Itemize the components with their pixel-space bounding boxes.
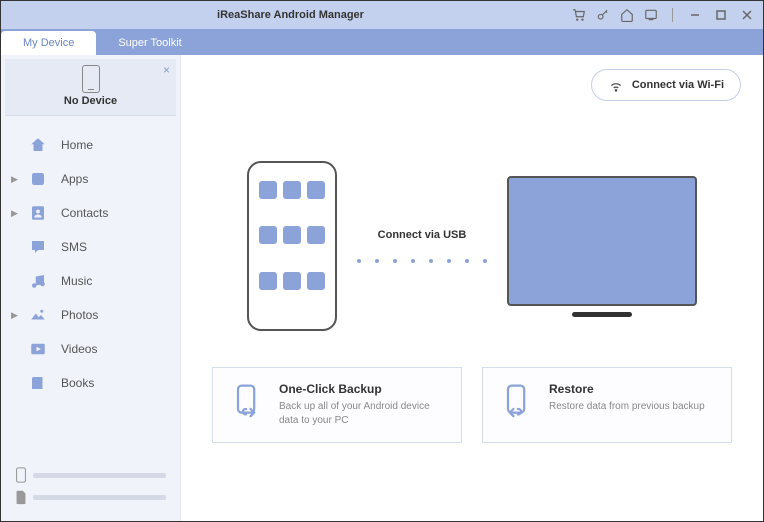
cart-icon[interactable]	[572, 8, 586, 22]
videos-icon	[29, 340, 47, 358]
tab-my-device[interactable]: My Device	[1, 31, 96, 55]
one-click-backup-card[interactable]: One-Click Backup Back up all of your And…	[212, 367, 462, 443]
nav-books[interactable]: Books	[1, 366, 180, 400]
key-icon[interactable]	[596, 8, 610, 22]
titlebar-actions	[572, 7, 755, 23]
main-panel: Connect via Wi-Fi Connect via USB	[181, 55, 763, 521]
sidebar: × No Device Home ▶ Apps ▶ Contacts SMS	[1, 55, 181, 521]
phone-icon	[82, 65, 100, 93]
card-text: One-Click Backup Back up all of your And…	[279, 382, 445, 428]
backup-title: One-Click Backup	[279, 382, 445, 396]
titlebar: iReaShare Android Manager	[1, 1, 763, 29]
action-cards: One-Click Backup Back up all of your And…	[203, 367, 741, 443]
nav-label: Music	[61, 274, 92, 288]
device-selector[interactable]: × No Device	[5, 59, 176, 116]
nav-videos[interactable]: Videos	[1, 332, 180, 366]
contacts-icon	[29, 204, 47, 222]
nav-sms[interactable]: SMS	[1, 230, 180, 264]
restore-card[interactable]: Restore Restore data from previous backu…	[482, 367, 732, 443]
connect-illustration: Connect via USB	[203, 161, 741, 331]
card-text: Restore Restore data from previous backu…	[549, 382, 705, 428]
backup-desc: Back up all of your Android device data …	[279, 400, 445, 428]
sms-icon	[29, 238, 47, 256]
restore-title: Restore	[549, 382, 705, 396]
chevron-right-icon: ▶	[11, 174, 18, 185]
nav-label: Home	[61, 138, 93, 152]
nav: Home ▶ Apps ▶ Contacts SMS Music ▶	[1, 124, 180, 457]
nav-label: Photos	[61, 308, 98, 322]
phone-illustration	[247, 161, 337, 331]
music-icon	[29, 272, 47, 290]
connect-middle: Connect via USB	[357, 229, 487, 263]
nav-contacts[interactable]: ▶ Contacts	[1, 196, 180, 230]
storage-indicator	[1, 457, 180, 521]
nav-apps[interactable]: ▶ Apps	[1, 162, 180, 196]
nav-home[interactable]: Home	[1, 128, 180, 162]
nav-label: Videos	[61, 342, 97, 356]
separator	[672, 8, 673, 22]
wifi-icon	[608, 77, 624, 93]
nav-label: Books	[61, 376, 94, 390]
nav-label: Apps	[61, 172, 88, 186]
maximize-button[interactable]	[713, 7, 729, 23]
close-button[interactable]	[739, 7, 755, 23]
device-label: No Device	[15, 95, 166, 107]
content: × No Device Home ▶ Apps ▶ Contacts SMS	[1, 55, 763, 521]
wifi-button-label: Connect via Wi-Fi	[632, 79, 724, 91]
home-icon	[29, 136, 47, 154]
storage-bar	[33, 473, 166, 478]
restore-icon	[499, 382, 535, 418]
storage-sd	[15, 489, 166, 505]
chevron-right-icon: ▶	[11, 208, 18, 219]
backup-icon	[229, 382, 265, 418]
connect-wifi-button[interactable]: Connect via Wi-Fi	[591, 69, 741, 101]
books-icon	[29, 374, 47, 392]
restore-desc: Restore data from previous backup	[549, 400, 705, 414]
connection-dots	[357, 259, 487, 263]
sd-storage-icon	[15, 489, 27, 505]
monitor-illustration	[507, 176, 697, 317]
storage-phone	[15, 467, 166, 483]
nav-label: Contacts	[61, 206, 108, 220]
nav-label: SMS	[61, 240, 87, 254]
home-icon[interactable]	[620, 8, 634, 22]
feedback-icon[interactable]	[644, 8, 658, 22]
photos-icon	[29, 306, 47, 324]
tabbar: My Device Super Toolkit	[1, 29, 763, 55]
tab-super-toolkit[interactable]: Super Toolkit	[96, 31, 203, 55]
storage-bar	[33, 495, 166, 500]
nav-photos[interactable]: ▶ Photos	[1, 298, 180, 332]
minimize-button[interactable]	[687, 7, 703, 23]
chevron-right-icon: ▶	[11, 310, 18, 321]
apps-icon	[29, 170, 47, 188]
nav-music[interactable]: Music	[1, 264, 180, 298]
app-title: iReaShare Android Manager	[9, 9, 572, 21]
phone-storage-icon	[15, 467, 27, 483]
connect-via-usb-label: Connect via USB	[357, 229, 487, 241]
close-icon[interactable]: ×	[163, 63, 170, 77]
